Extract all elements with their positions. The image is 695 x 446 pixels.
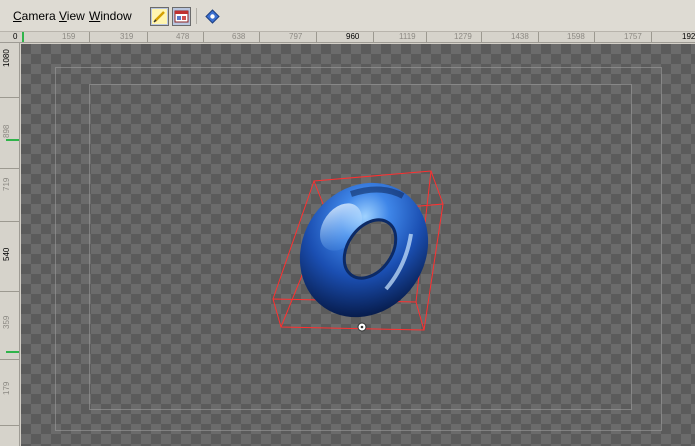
horizontal-ruler[interactable]: 0 159 319 478 638 797 960 1119 1279 1438 1598 1757 1…	[0, 32, 695, 43]
ruler-tick	[0, 97, 19, 98]
ruler-label: 898	[2, 124, 11, 138]
menu-window[interactable]: Window	[89, 9, 132, 23]
ruler-marker	[22, 32, 24, 42]
ruler-label: 540	[2, 247, 11, 261]
torus-object[interactable]	[274, 158, 454, 343]
ruler-label: 1119	[399, 32, 416, 41]
ruler-tick	[538, 32, 539, 42]
gizmo-icon[interactable]	[203, 7, 222, 26]
ruler-marker	[6, 351, 19, 353]
ruler-tick	[147, 32, 148, 42]
ruler-label: 638	[232, 32, 246, 41]
render-window-icon[interactable]	[172, 7, 191, 26]
ruler-tick	[203, 32, 204, 42]
vertical-ruler[interactable]: 1080 898 719 540 359 179	[0, 43, 20, 446]
ruler-label: 797	[289, 32, 303, 41]
ruler-label: 319	[120, 32, 134, 41]
ruler-tick	[259, 32, 260, 42]
ruler-label: 192	[682, 32, 695, 41]
ruler-label: 960	[346, 32, 360, 41]
ruler-label: 159	[62, 32, 76, 41]
ruler-tick	[89, 32, 90, 42]
menubar: Camera View Window	[0, 0, 695, 32]
ruler-tick	[316, 32, 317, 42]
ruler-label: 359	[2, 315, 11, 329]
ruler-label: 179	[2, 381, 11, 395]
ruler-label: 1080	[2, 49, 11, 67]
ruler-tick	[0, 221, 19, 222]
ruler-tick	[0, 359, 19, 360]
menu-view[interactable]: View	[59, 9, 85, 23]
toolbar-separator	[196, 8, 197, 24]
pencil-edit-icon[interactable]	[150, 7, 169, 26]
ruler-tick	[0, 168, 19, 169]
pivot-dot	[360, 325, 364, 329]
viewport-canvas[interactable]	[21, 44, 695, 446]
ruler-tick	[373, 32, 374, 42]
ruler-tick	[651, 32, 652, 42]
ruler-label: 478	[176, 32, 190, 41]
ruler-tick	[0, 425, 19, 426]
ruler-label: 1438	[511, 32, 529, 41]
ruler-label: 1757	[624, 32, 642, 41]
ruler-label: 1279	[454, 32, 472, 41]
ruler-label: 719	[2, 177, 11, 191]
scene-svg	[272, 158, 454, 343]
ruler-tick	[481, 32, 482, 42]
ruler-label: 1598	[567, 32, 585, 41]
ruler-tick	[426, 32, 427, 42]
ruler-tick	[594, 32, 595, 42]
menu-camera[interactable]: Camera	[13, 9, 56, 23]
ruler-tick	[0, 291, 19, 292]
ruler-label: 0	[13, 32, 18, 41]
ruler-marker	[6, 139, 19, 141]
